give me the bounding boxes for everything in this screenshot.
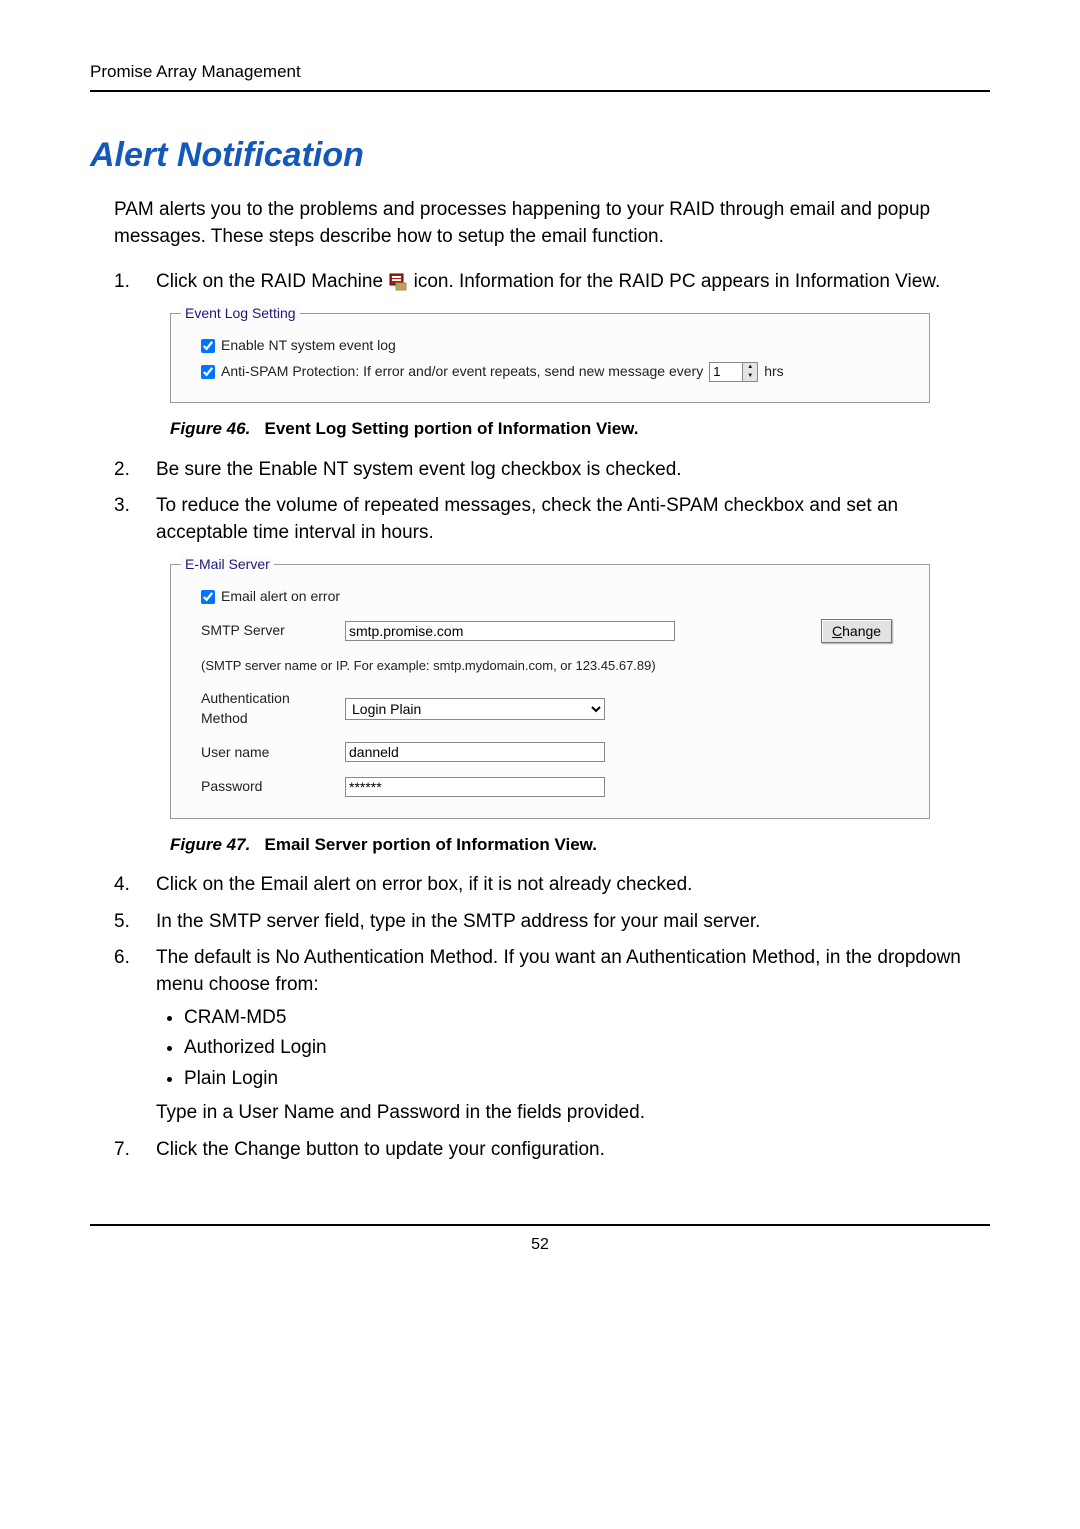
spinner-down-button[interactable]: ▼: [743, 372, 757, 381]
enable-nt-eventlog-checkbox[interactable]: [201, 339, 215, 353]
figure-47-number: Figure 47.: [170, 835, 250, 854]
raid-machine-icon: [388, 271, 408, 291]
auth-method-label: Authentication Method: [201, 689, 331, 728]
groupbox-legend-email: E-Mail Server: [181, 555, 274, 575]
anti-spam-label: Anti-SPAM Protection: If error and/or ev…: [221, 362, 703, 382]
change-button-accel: C: [832, 623, 842, 639]
auth-option-authorized-login: Authorized Login: [184, 1035, 990, 1062]
username-label: User name: [201, 743, 331, 763]
step-7-text: Click the Change button to update your c…: [156, 1137, 990, 1164]
step-number-2: 2.: [114, 457, 156, 484]
spinner-up-button[interactable]: ▲: [743, 363, 757, 372]
password-label: Password: [201, 777, 331, 797]
anti-spam-checkbox[interactable]: [201, 365, 215, 379]
step-1-part-b: icon. Information for the RAID PC appear…: [414, 271, 941, 292]
step-number-6: 6.: [114, 945, 156, 1127]
step-3-text: To reduce the volume of repeated message…: [156, 493, 990, 546]
smtp-hint-text: (SMTP server name or IP. For example: sm…: [201, 657, 911, 675]
step-2-text: Be sure the Enable NT system event log c…: [156, 457, 990, 484]
page-number: 52: [90, 1224, 990, 1256]
step-number-7: 7.: [114, 1137, 156, 1164]
step-1-part-a: Click on the RAID Machine: [156, 271, 388, 292]
event-log-setting-groupbox: Event Log Setting Enable NT system event…: [170, 313, 930, 403]
smtp-server-label: SMTP Server: [201, 621, 331, 641]
step-4-text: Click on the Email alert on error box, i…: [156, 872, 990, 899]
step-1-text: Click on the RAID Machine icon. Informat…: [156, 269, 990, 296]
figure-47-caption: Figure 47. Email Server portion of Infor…: [170, 833, 990, 857]
smtp-server-input[interactable]: [345, 621, 675, 641]
figure-46-title: Event Log Setting portion of Information…: [264, 419, 638, 438]
password-input[interactable]: [345, 777, 605, 797]
email-alert-on-error-label: Email alert on error: [221, 587, 340, 607]
intro-paragraph: PAM alerts you to the problems and proce…: [114, 197, 990, 250]
step-number-5: 5.: [114, 909, 156, 936]
figure-46-caption: Figure 46. Event Log Setting portion of …: [170, 417, 990, 441]
anti-spam-interval-spinner[interactable]: ▲ ▼: [709, 362, 758, 382]
page-title: Alert Notification: [90, 132, 990, 180]
enable-nt-eventlog-label: Enable NT system event log: [221, 336, 396, 356]
auth-option-cram-md5: CRAM-MD5: [184, 1005, 990, 1032]
email-alert-on-error-checkbox[interactable]: [201, 590, 215, 604]
step-6-tail: Type in a User Name and Password in the …: [156, 1100, 990, 1127]
change-button-rest: hange: [842, 623, 881, 639]
figure-46-number: Figure 46.: [170, 419, 250, 438]
running-header: Promise Array Management: [90, 60, 990, 92]
step-number-1: 1.: [114, 269, 156, 296]
step-6-lead: The default is No Authentication Method.…: [156, 947, 961, 995]
auth-option-plain-login: Plain Login: [184, 1066, 990, 1093]
step-number-3: 3.: [114, 493, 156, 546]
auth-method-select[interactable]: Login Plain: [345, 698, 605, 720]
anti-spam-unit-label: hrs: [764, 362, 783, 382]
step-5-text: In the SMTP server field, type in the SM…: [156, 909, 990, 936]
step-number-4: 4.: [114, 872, 156, 899]
email-server-groupbox: E-Mail Server Email alert on error SMTP …: [170, 564, 930, 818]
step-6-text: The default is No Authentication Method.…: [156, 945, 990, 1127]
anti-spam-interval-input[interactable]: [709, 362, 743, 382]
change-button[interactable]: Change: [821, 619, 892, 643]
groupbox-legend-eventlog: Event Log Setting: [181, 304, 300, 324]
username-input[interactable]: [345, 742, 605, 762]
figure-47-title: Email Server portion of Information View…: [264, 835, 597, 854]
